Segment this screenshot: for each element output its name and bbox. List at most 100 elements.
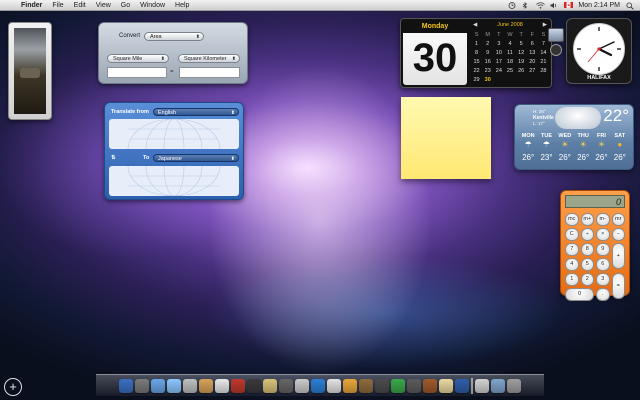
dock-app-icon[interactable]	[423, 379, 437, 393]
calc-key-4[interactable]: 4	[565, 258, 579, 271]
menu-window[interactable]: Window	[140, 2, 165, 9]
dock-app-icon[interactable]	[327, 379, 341, 393]
dock-app-icon[interactable]	[247, 379, 261, 393]
calendar-date[interactable]: 16	[482, 58, 493, 66]
dock-app-icon[interactable]	[359, 379, 373, 393]
time-machine-icon[interactable]	[508, 2, 516, 9]
calendar-date[interactable]: 9	[482, 49, 493, 57]
calendar-date[interactable]: 25	[504, 67, 515, 75]
calc-key-mc[interactable]: mc	[565, 213, 579, 226]
calendar-date[interactable]: 5	[516, 40, 527, 48]
dock-app-icon[interactable]	[439, 379, 453, 393]
calc-key-equals[interactable]: =	[611, 273, 625, 299]
calc-key-clear[interactable]: C	[565, 228, 579, 241]
dock-app-icon[interactable]	[151, 379, 165, 393]
widget-thumbnail-icon[interactable]	[548, 28, 564, 42]
calendar-date[interactable]: 3	[493, 40, 504, 48]
weather-widget[interactable]: H: 26° Kentville L: 17° 22° MON ☂ 26° TUE ☂…	[514, 104, 634, 170]
calc-key-0[interactable]: 0	[565, 288, 594, 301]
dock-app-icon[interactable]	[231, 379, 245, 393]
calc-key-8[interactable]: 8	[580, 243, 594, 256]
photo-widget[interactable]	[8, 22, 52, 120]
info-button-icon[interactable]	[550, 44, 562, 56]
dock-app-icon[interactable]	[475, 379, 489, 393]
calendar-date[interactable]: 26	[516, 67, 527, 75]
calc-key-divide[interactable]: ÷	[580, 228, 594, 241]
world-clock-widget[interactable]: HALIFAX	[566, 18, 632, 84]
from-language-select[interactable]: English	[153, 108, 239, 117]
dock-app-icon[interactable]	[507, 379, 521, 393]
from-unit-select[interactable]: Square Mile	[107, 54, 169, 64]
menu-go[interactable]: Go	[121, 2, 130, 9]
calc-key-plus[interactable]: +	[611, 243, 625, 269]
calendar-date[interactable]: 29	[471, 76, 482, 84]
calendar-date[interactable]: 15	[471, 58, 482, 66]
calendar-date[interactable]: 14	[538, 49, 549, 57]
calendar-date[interactable]: 4	[504, 40, 515, 48]
dock-app-icon[interactable]	[375, 379, 389, 393]
calc-key-3[interactable]: 3	[596, 273, 610, 286]
calc-key-9[interactable]: 9	[596, 243, 610, 256]
calendar-date[interactable]: 27	[527, 67, 538, 75]
source-text-area[interactable]	[109, 119, 239, 149]
calc-key-mminus[interactable]: m-	[596, 213, 610, 226]
calendar-date[interactable]: 13	[527, 49, 538, 57]
dock-app-icon[interactable]	[279, 379, 293, 393]
calc-key-1[interactable]: 1	[565, 273, 579, 286]
next-month-icon[interactable]: ▶	[543, 22, 547, 28]
calc-key-5[interactable]: 5	[580, 258, 594, 271]
calendar-date[interactable]: 8	[471, 49, 482, 57]
calendar-widget[interactable]: Monday 30 ◀ June 2008 ▶ SMTWTFS123456789…	[400, 18, 552, 88]
dock-app-icon[interactable]	[295, 379, 309, 393]
menu-clock[interactable]: Mon 2:14 PM	[578, 2, 620, 9]
calc-key-7[interactable]: 7	[565, 243, 579, 256]
menu-view[interactable]: View	[96, 2, 111, 9]
keyboard-flag-icon[interactable]	[564, 1, 574, 9]
calc-key-mplus[interactable]: m+	[580, 213, 594, 226]
dock-app-icon[interactable]	[455, 379, 469, 393]
dock-app-icon[interactable]	[183, 379, 197, 393]
calc-key-2[interactable]: 2	[580, 273, 594, 286]
menu-edit[interactable]: Edit	[74, 2, 86, 9]
calendar-date[interactable]: 21	[538, 58, 549, 66]
calc-key-6[interactable]: 6	[596, 258, 610, 271]
calc-key-minus[interactable]: −	[611, 228, 625, 241]
calendar-date[interactable]: 17	[493, 58, 504, 66]
dock-app-icon[interactable]	[135, 379, 149, 393]
menu-file[interactable]: File	[52, 2, 63, 9]
calendar-date[interactable]: 18	[504, 58, 515, 66]
prev-month-icon[interactable]: ◀	[473, 22, 477, 28]
calendar-date[interactable]: 11	[504, 49, 515, 57]
volume-icon[interactable]	[550, 2, 558, 9]
bluetooth-icon[interactable]	[522, 2, 530, 9]
dock-app-icon[interactable]	[215, 379, 229, 393]
sticky-note-widget[interactable]	[401, 97, 491, 179]
from-value-input[interactable]	[107, 67, 167, 78]
convert-type-select[interactable]: Area	[144, 32, 204, 42]
translated-text-area[interactable]	[109, 166, 239, 196]
calendar-date[interactable]: 7	[538, 40, 549, 48]
dock-app-icon[interactable]	[407, 379, 421, 393]
swap-languages-icon[interactable]: ⇅	[111, 155, 116, 161]
calendar-date[interactable]: 23	[482, 67, 493, 75]
to-language-select[interactable]: Japanese	[153, 154, 239, 163]
menu-help[interactable]: Help	[175, 2, 189, 9]
dock-app-icon[interactable]	[311, 379, 325, 393]
add-widget-button[interactable]: +	[4, 378, 22, 396]
dock-app-icon[interactable]	[263, 379, 277, 393]
calendar-date[interactable]: 24	[493, 67, 504, 75]
calendar-date[interactable]: 20	[527, 58, 538, 66]
calendar-date[interactable]: 6	[527, 40, 538, 48]
dock-app-icon[interactable]	[343, 379, 357, 393]
calc-key-mr[interactable]: mr	[611, 213, 625, 226]
calc-key-decimal[interactable]: .	[596, 288, 610, 301]
calc-key-multiply[interactable]: ×	[596, 228, 610, 241]
dock-app-icon[interactable]	[199, 379, 213, 393]
calendar-date[interactable]: 28	[538, 67, 549, 75]
calendar-date[interactable]: 10	[493, 49, 504, 57]
to-unit-select[interactable]: Square Kilometer	[178, 54, 240, 64]
spotlight-icon[interactable]	[626, 2, 634, 10]
calendar-date[interactable]: 22	[471, 67, 482, 75]
calendar-date[interactable]: 1	[471, 40, 482, 48]
dock-app-icon[interactable]	[167, 379, 181, 393]
